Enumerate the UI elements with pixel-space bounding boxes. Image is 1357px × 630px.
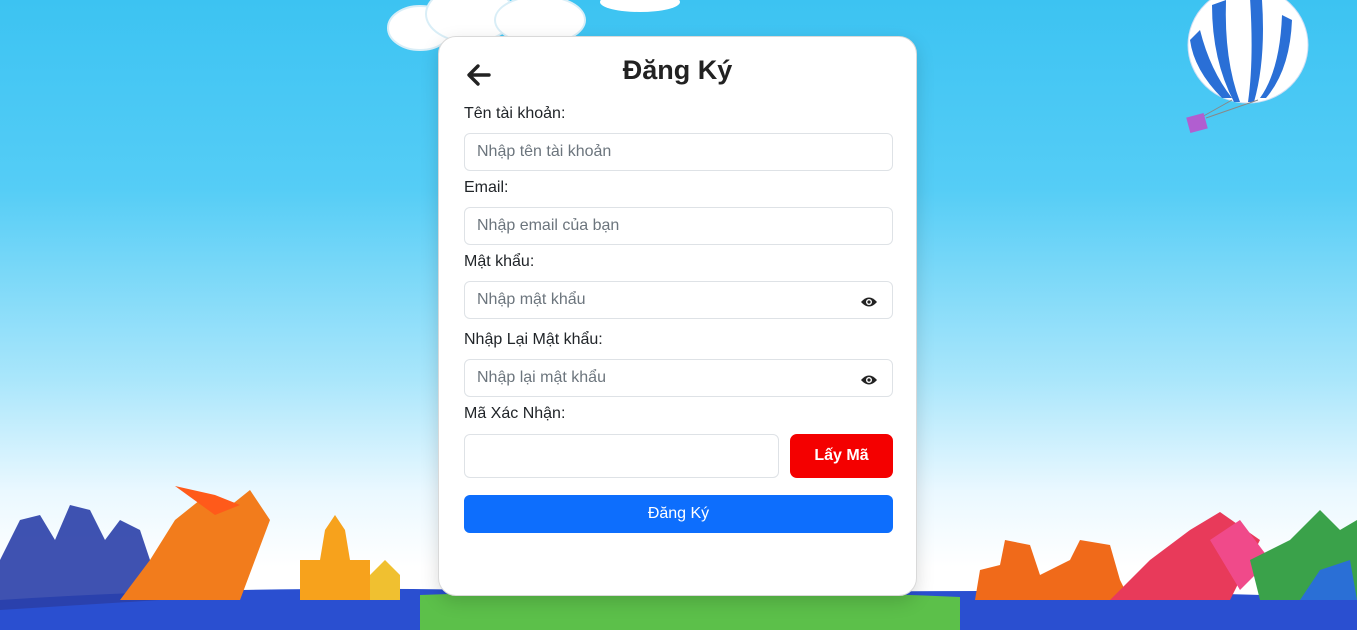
username-label: Tên tài khoản: (464, 105, 566, 122)
register-card: Đăng Ký Tên tài khoản: Email: Mật khẩu: … (438, 36, 917, 596)
cloud-small (600, 0, 680, 12)
hot-air-balloon (1186, 0, 1309, 134)
password-label: Mật khẩu: (464, 253, 535, 270)
password-input[interactable] (464, 281, 893, 319)
verification-label: Mã Xác Nhận: (464, 405, 566, 422)
eye-icon[interactable] (860, 374, 878, 386)
email-input[interactable] (464, 207, 893, 245)
page-title: Đăng Ký (622, 55, 733, 85)
confirm-password-input[interactable] (464, 359, 893, 397)
email-label: Email: (464, 179, 509, 196)
verification-code-input[interactable] (464, 434, 779, 478)
confirm-password-label: Nhập Lại Mật khẩu: (464, 331, 603, 348)
username-input[interactable] (464, 133, 893, 171)
eye-icon[interactable] (860, 296, 878, 308)
get-code-button[interactable]: Lấy Mã (790, 434, 893, 478)
register-button[interactable]: Đăng Ký (464, 495, 893, 533)
